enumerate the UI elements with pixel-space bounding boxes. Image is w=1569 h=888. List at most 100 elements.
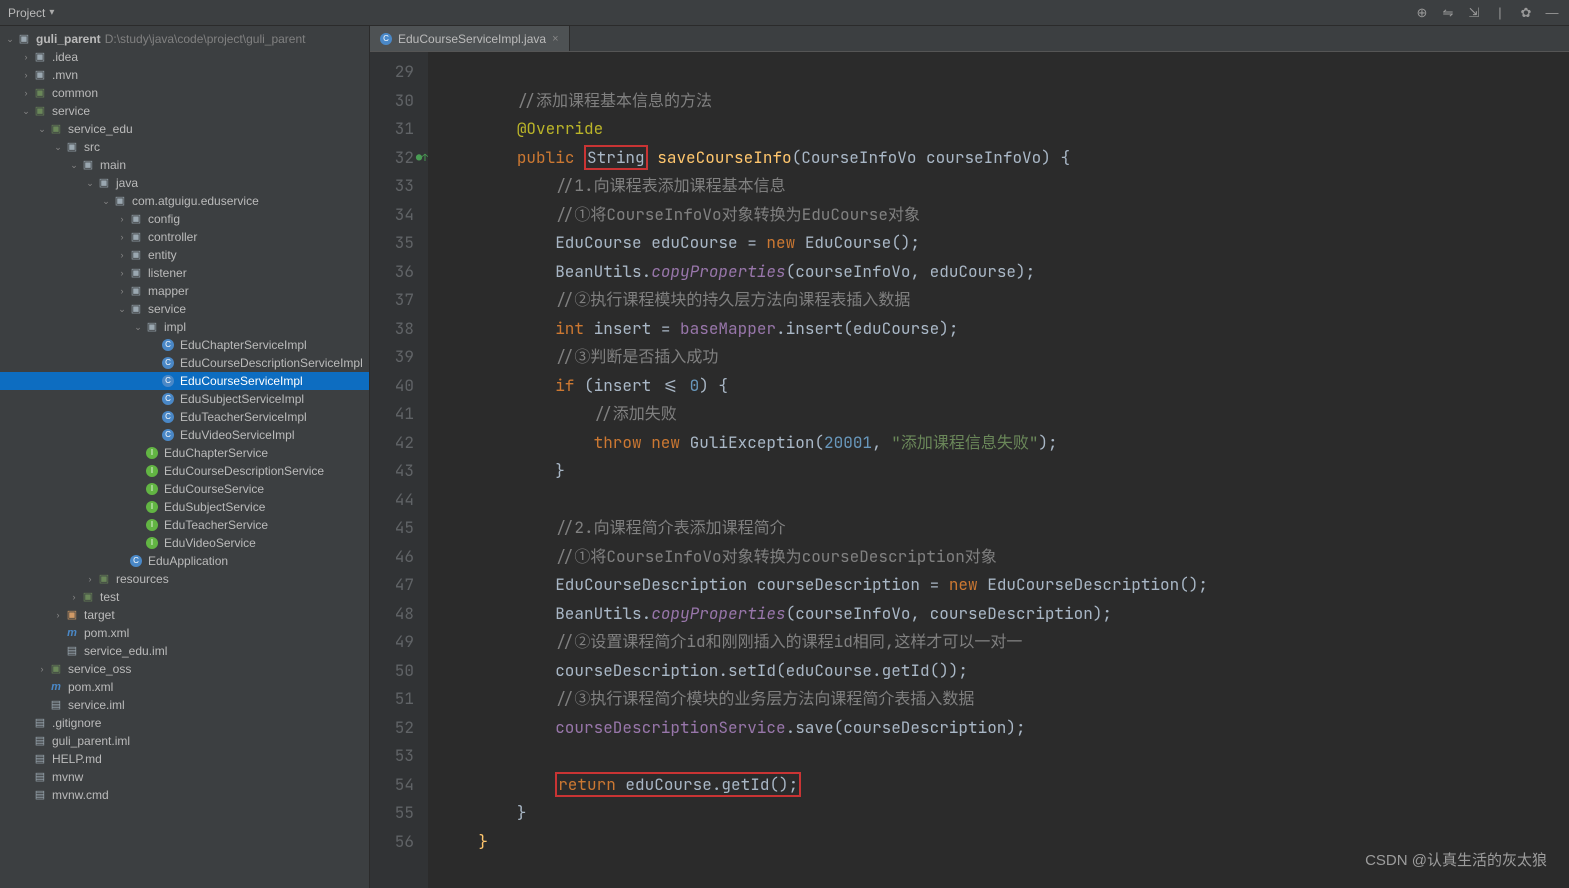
project-dropdown-icon[interactable]: ▾ <box>49 7 54 18</box>
expand-icon[interactable]: ⇋ <box>1439 5 1457 21</box>
chevron-icon[interactable] <box>116 300 128 318</box>
chevron-icon[interactable] <box>20 84 32 102</box>
tree-node[interactable]: ▤service.iml <box>0 696 369 714</box>
chevron-icon[interactable] <box>84 570 96 588</box>
close-icon[interactable]: × <box>552 33 558 45</box>
code-line[interactable]: courseDescriptionService.save(courseDesc… <box>428 714 1569 743</box>
code-line[interactable]: //②执行课程模块的持久层方法向课程表插入数据 <box>428 286 1569 315</box>
code-line[interactable]: public String saveCourseInfo(CourseInfoV… <box>428 144 1569 173</box>
chevron-icon[interactable] <box>132 318 144 336</box>
target-icon[interactable]: ⊕ <box>1413 5 1431 21</box>
tree-root-node[interactable]: ▣ guli_parent D:\study\java\code\project… <box>0 30 369 48</box>
code-line[interactable]: //②设置课程简介id和刚刚插入的课程id相同,这样才可以一对一 <box>428 628 1569 657</box>
code-line[interactable]: return eduCourse.getId(); <box>428 771 1569 800</box>
chevron-icon[interactable] <box>116 282 128 300</box>
chevron-icon[interactable] <box>20 48 32 66</box>
tree-node[interactable]: CEduCourseServiceImpl <box>0 372 369 390</box>
code-line[interactable]: //③执行课程简介模块的业务层方法向课程简介表插入数据 <box>428 685 1569 714</box>
tree-node[interactable]: ▣target <box>0 606 369 624</box>
chevron-icon[interactable] <box>116 246 128 264</box>
tree-node[interactable]: ▣main <box>0 156 369 174</box>
code-line[interactable]: BeanUtils.copyProperties(courseInfoVo, c… <box>428 600 1569 629</box>
tree-node[interactable]: ▣controller <box>0 228 369 246</box>
code-line[interactable] <box>428 486 1569 515</box>
tree-node[interactable]: IEduSubjectService <box>0 498 369 516</box>
tree-node[interactable]: ▣service <box>0 102 369 120</box>
tree-node[interactable]: ▤service_edu.iml <box>0 642 369 660</box>
tree-node[interactable]: ▣.idea <box>0 48 369 66</box>
tree-node[interactable]: IEduChapterService <box>0 444 369 462</box>
tree-node[interactable]: CEduSubjectServiceImpl <box>0 390 369 408</box>
tree-node[interactable]: CEduChapterServiceImpl <box>0 336 369 354</box>
tree-node[interactable]: CEduTeacherServiceImpl <box>0 408 369 426</box>
code-line[interactable]: //①将CourseInfoVo对象转换为courseDescription对象 <box>428 543 1569 572</box>
chevron-down-icon[interactable] <box>4 30 16 48</box>
tree-node[interactable]: ▣com.atguigu.eduservice <box>0 192 369 210</box>
code-line[interactable]: if (insert <= 0) { <box>428 372 1569 401</box>
code-line[interactable]: //添加课程基本信息的方法 <box>428 87 1569 116</box>
tree-node[interactable]: ▣service_oss <box>0 660 369 678</box>
tree-node[interactable]: ▤.gitignore <box>0 714 369 732</box>
tree-node[interactable]: IEduCourseService <box>0 480 369 498</box>
chevron-icon[interactable] <box>52 138 64 156</box>
chevron-icon[interactable] <box>68 588 80 606</box>
code-line[interactable]: //③判断是否插入成功 <box>428 343 1569 372</box>
tree-node[interactable]: ▣test <box>0 588 369 606</box>
code-line[interactable]: //2.向课程简介表添加课程简介 <box>428 514 1569 543</box>
tab-current[interactable]: C EduCourseServiceImpl.java × <box>370 26 570 51</box>
chevron-icon[interactable] <box>116 264 128 282</box>
code-line[interactable]: @Override <box>428 115 1569 144</box>
collapse-icon[interactable]: ⇲ <box>1465 5 1483 21</box>
tree-node[interactable]: IEduCourseDescriptionService <box>0 462 369 480</box>
chevron-icon[interactable] <box>68 156 80 174</box>
code-line[interactable]: //①将CourseInfoVo对象转换为EduCourse对象 <box>428 201 1569 230</box>
tree-node[interactable]: ▣config <box>0 210 369 228</box>
tree-node[interactable]: ▣resources <box>0 570 369 588</box>
tree-node[interactable]: ▣mapper <box>0 282 369 300</box>
tree-node[interactable]: ▤mvnw.cmd <box>0 786 369 804</box>
tree-node[interactable]: IEduTeacherService <box>0 516 369 534</box>
chevron-icon[interactable] <box>20 66 32 84</box>
tree-node[interactable]: ▣service_edu <box>0 120 369 138</box>
tree-node[interactable]: ▣.mvn <box>0 66 369 84</box>
code-line[interactable]: //添加失败 <box>428 400 1569 429</box>
code-line[interactable]: } <box>428 457 1569 486</box>
gear-icon[interactable]: ✿ <box>1517 5 1535 21</box>
tree-node[interactable]: ▣entity <box>0 246 369 264</box>
code-line[interactable]: //1.向课程表添加课程基本信息 <box>428 172 1569 201</box>
chevron-icon[interactable] <box>116 228 128 246</box>
editor[interactable]: 29303132●↑333435363738394041424344454647… <box>370 52 1569 888</box>
code-line[interactable]: EduCourse eduCourse = new EduCourse(); <box>428 229 1569 258</box>
code-line[interactable]: courseDescription.setId(eduCourse.getId(… <box>428 657 1569 686</box>
tree-node[interactable]: IEduVideoService <box>0 534 369 552</box>
tree-node[interactable]: ▣impl <box>0 318 369 336</box>
tree-node[interactable]: ▤guli_parent.iml <box>0 732 369 750</box>
code-line[interactable]: EduCourseDescription courseDescription =… <box>428 571 1569 600</box>
code-line[interactable] <box>428 742 1569 771</box>
tree-node[interactable]: ▣common <box>0 84 369 102</box>
tree-node[interactable]: CEduVideoServiceImpl <box>0 426 369 444</box>
chevron-icon[interactable] <box>36 660 48 678</box>
chevron-icon[interactable] <box>84 174 96 192</box>
chevron-icon[interactable] <box>36 120 48 138</box>
tree-node[interactable]: mpom.xml <box>0 624 369 642</box>
tree-node[interactable]: ▣service <box>0 300 369 318</box>
tree-node[interactable]: ▣listener <box>0 264 369 282</box>
tree-node[interactable]: mpom.xml <box>0 678 369 696</box>
code-line[interactable]: throw new GuliException(20001, "添加课程信息失败… <box>428 429 1569 458</box>
chevron-icon[interactable] <box>52 606 64 624</box>
tree-node[interactable]: ▤HELP.md <box>0 750 369 768</box>
code-line[interactable]: int insert = baseMapper.insert(eduCourse… <box>428 315 1569 344</box>
tree-node[interactable]: CEduCourseDescriptionServiceImpl <box>0 354 369 372</box>
tree-node[interactable]: ▣src <box>0 138 369 156</box>
chevron-icon[interactable] <box>100 192 112 210</box>
code-area[interactable]: //添加课程基本信息的方法 @Override public String sa… <box>428 52 1569 888</box>
tree-node[interactable]: CEduApplication <box>0 552 369 570</box>
hide-icon[interactable]: — <box>1543 5 1561 20</box>
code-line[interactable]: } <box>428 799 1569 828</box>
chevron-icon[interactable] <box>116 210 128 228</box>
code-line[interactable] <box>428 58 1569 87</box>
tree-node[interactable]: ▣java <box>0 174 369 192</box>
chevron-icon[interactable] <box>20 102 32 120</box>
code-line[interactable]: BeanUtils.copyProperties(courseInfoVo, e… <box>428 258 1569 287</box>
